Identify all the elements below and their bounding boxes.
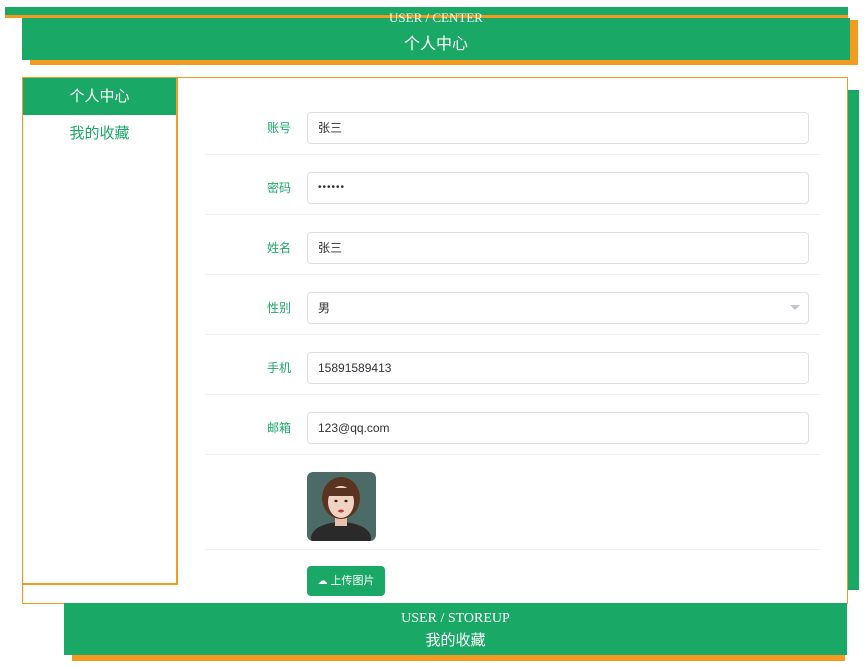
header-banner: USER / CENTER 个人中心 <box>22 10 850 60</box>
name-label: 姓名 <box>266 241 291 255</box>
footer-title-en: USER / STOREUP <box>401 611 510 626</box>
email-label: 邮箱 <box>266 421 291 435</box>
header-title-cn: 个人中心 <box>403 36 468 53</box>
form-row-name: 姓名 张三 <box>205 215 820 275</box>
account-input[interactable]: 张三 <box>307 112 809 144</box>
chevron-down-icon <box>790 305 800 310</box>
sidebar-item-profile[interactable]: 个人中心 <box>23 78 176 115</box>
avatar <box>307 472 376 541</box>
form-row-phone: 手机 15891589413 <box>205 335 820 395</box>
form-row-gender: 性别 男 <box>205 275 820 335</box>
footer-title-cn: 我的收藏 <box>425 633 486 649</box>
form-row-email: 邮箱 123@qq.com <box>205 395 820 455</box>
footer-banner: USER / STOREUP 我的收藏 <box>64 603 847 655</box>
gender-label: 性别 <box>266 301 291 315</box>
gender-select[interactable]: 男 <box>307 292 809 324</box>
sidebar-item-favorites[interactable]: 我的收藏 <box>23 115 176 152</box>
profile-form: 账号 张三 密码 •••••• 姓名 张三 性别 男 手机 1589158941… <box>205 95 820 610</box>
form-row-upload: ☁ 上传图片 <box>205 550 820 610</box>
name-input[interactable]: 张三 <box>307 232 809 264</box>
password-label: 密码 <box>266 181 291 195</box>
upload-button-label: 上传图片 <box>330 574 375 587</box>
header-title-en: USER / CENTER <box>389 10 483 25</box>
account-label: 账号 <box>266 121 291 135</box>
email-input[interactable]: 123@qq.com <box>307 412 809 444</box>
phone-label: 手机 <box>266 361 291 375</box>
cloud-upload-icon: ☁ <box>317 576 328 587</box>
upload-image-button[interactable]: ☁ 上传图片 <box>307 566 385 596</box>
form-row-account: 账号 张三 <box>205 95 820 155</box>
avatar-image <box>307 472 376 541</box>
phone-input[interactable]: 15891589413 <box>307 352 809 384</box>
gender-select-value: 男 <box>318 301 331 315</box>
sidebar: 个人中心 我的收藏 <box>23 78 178 585</box>
password-input[interactable]: •••••• <box>307 172 809 204</box>
form-row-avatar <box>205 455 820 550</box>
form-row-password: 密码 •••••• <box>205 155 820 215</box>
